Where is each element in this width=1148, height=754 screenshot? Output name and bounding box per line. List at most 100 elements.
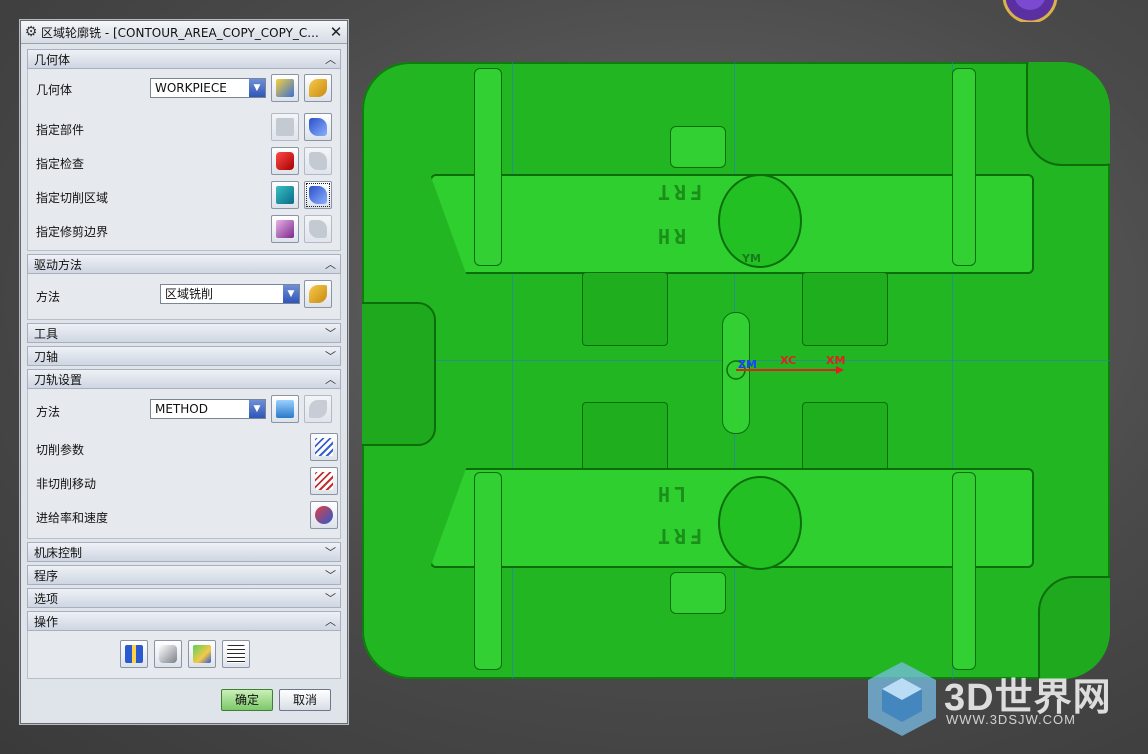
check-body-icon — [276, 152, 294, 170]
rib-post — [474, 472, 502, 670]
chevron-down-icon[interactable]: ﹀ — [325, 590, 336, 606]
section-title: 刀轨设置 — [34, 372, 83, 387]
chevron-down-icon[interactable]: ﹀ — [325, 325, 336, 341]
select-check-button[interactable] — [271, 147, 299, 175]
specify-trim-label: 指定修剪边界 — [36, 225, 109, 239]
dialog-titlebar[interactable]: ⚙ 区域轮廓铣 - [CONTOUR_AREA_COPY_COPY_C... ✕ — [21, 21, 347, 44]
section-title: 程序 — [34, 568, 59, 583]
bottom-tab — [670, 572, 726, 614]
list-button[interactable] — [222, 640, 250, 668]
pocket — [802, 402, 888, 476]
pocket — [582, 402, 668, 476]
section-title: 刀轴 — [34, 349, 59, 364]
chevron-up-icon[interactable]: ︿ — [325, 613, 336, 629]
contour-area-dialog[interactable]: ⚙ 区域轮廓铣 - [CONTOUR_AREA_COPY_COPY_C... ✕… — [20, 20, 348, 724]
show-part-button[interactable] — [304, 113, 332, 141]
chevron-down-icon[interactable]: ﹀ — [325, 567, 336, 583]
axis-xm-label: XM — [826, 354, 846, 367]
non-cut-moves-button[interactable] — [310, 467, 338, 495]
non-cut-moves-label: 非切削移动 — [36, 477, 97, 491]
rib-post — [952, 68, 976, 266]
chevron-up-icon[interactable]: ︿ — [325, 256, 336, 272]
replay-button[interactable] — [154, 640, 182, 668]
select-cut-area-button[interactable] — [271, 181, 299, 209]
show-check-button[interactable] — [304, 147, 332, 175]
axis-zm-label: ZM — [738, 358, 757, 371]
geometry-select[interactable]: WORKPIECE ▼ — [150, 78, 266, 98]
section-title: 操作 — [34, 614, 59, 629]
section-path-header[interactable]: 刀轨设置 ︿ — [27, 369, 341, 389]
engrave-text: FRT — [654, 524, 703, 548]
new-method-icon — [276, 400, 294, 418]
section-axis-header[interactable]: 刀轴 ﹀ — [27, 346, 341, 366]
grid-line — [512, 62, 513, 679]
section-title: 工具 — [34, 326, 59, 341]
close-button[interactable]: ✕ — [327, 23, 345, 41]
chevron-down-icon[interactable]: ▼ — [249, 400, 265, 418]
show-cut-area-button[interactable] — [304, 181, 332, 209]
select-part-button[interactable] — [271, 113, 299, 141]
chevron-down-icon[interactable]: ﹀ — [325, 348, 336, 364]
section-path-body: 方法 METHOD ▼ 切削参数 非切削移动 进给率和速度 — [27, 389, 341, 539]
feeds-speeds-icon — [315, 506, 333, 524]
section-options-header[interactable]: 选项 ﹀ — [27, 588, 341, 608]
trim-boundary-icon — [276, 220, 294, 238]
chevron-up-icon[interactable]: ︿ — [325, 51, 336, 67]
path-method-select[interactable]: METHOD ▼ — [150, 399, 266, 419]
section-drive-body: 方法 区域铣削 ▼ — [27, 274, 341, 320]
feeds-speeds-button[interactable] — [310, 501, 338, 529]
drive-method-select[interactable]: 区域铣削 ▼ — [160, 284, 300, 304]
pocket — [802, 272, 888, 346]
edit-geometry-button[interactable] — [304, 74, 332, 102]
rib-post — [952, 472, 976, 670]
ok-button[interactable]: 确定 — [221, 689, 273, 711]
chevron-down-icon[interactable]: ﹀ — [325, 544, 336, 560]
flashlight-icon — [309, 118, 327, 136]
drive-method-label: 方法 — [36, 290, 61, 304]
axis-xc-label: XC — [780, 354, 797, 367]
chevron-down-icon[interactable]: ▼ — [249, 79, 265, 97]
section-tool-header[interactable]: 工具 ﹀ — [27, 323, 341, 343]
wrench-icon — [309, 285, 327, 303]
edit-method-button[interactable] — [304, 395, 332, 423]
geometry-select-value: WORKPIECE — [155, 81, 227, 95]
feeds-speeds-label: 进给率和速度 — [36, 511, 109, 525]
section-drive-header[interactable]: 驱动方法 ︿ — [27, 254, 341, 274]
chevron-up-icon[interactable]: ︿ — [325, 371, 336, 387]
cut-params-button[interactable] — [310, 433, 338, 461]
select-trim-button[interactable] — [271, 215, 299, 243]
flashlight-icon — [309, 152, 327, 170]
specify-part-label: 指定部件 — [36, 123, 85, 137]
gear-icon[interactable]: ⚙ — [21, 24, 41, 40]
edit-drive-button[interactable] — [304, 280, 332, 308]
part-icon — [276, 118, 294, 136]
cancel-button[interactable]: 取消 — [279, 689, 331, 711]
flashlight-icon — [309, 186, 327, 204]
section-actions-header[interactable]: 操作 ︿ — [27, 611, 341, 631]
section-title: 机床控制 — [34, 545, 83, 560]
chevron-down-icon[interactable]: ▼ — [283, 285, 299, 303]
new-method-button[interactable] — [271, 395, 299, 423]
show-trim-button[interactable] — [304, 215, 332, 243]
section-program-header[interactable]: 程序 ﹀ — [27, 565, 341, 585]
specify-check-label: 指定检查 — [36, 157, 85, 171]
corner-pocket — [1026, 62, 1110, 166]
cube-logo-icon — [868, 662, 936, 736]
section-geometry-body: 几何体 WORKPIECE ▼ 指定部件 指定检查 指定切削区域 指定修剪边界 — [27, 69, 341, 251]
new-geometry-button[interactable] — [271, 74, 299, 102]
dialog-title: 区域轮廓铣 - [CONTOUR_AREA_COPY_COPY_C... — [41, 25, 319, 40]
geometry-label: 几何体 — [36, 83, 73, 97]
section-title: 驱动方法 — [34, 257, 83, 272]
section-machine-header[interactable]: 机床控制 ﹀ — [27, 542, 341, 562]
wrench-icon — [309, 400, 327, 418]
engrave-text: FRT — [654, 180, 703, 204]
rib-post — [474, 68, 502, 266]
cut-params-icon — [315, 438, 333, 456]
section-title: 几何体 — [34, 52, 71, 67]
generate-toolpath-icon — [125, 645, 143, 663]
section-geometry-header[interactable]: 几何体 ︿ — [27, 49, 341, 69]
axis-ym-label: YM — [742, 252, 761, 265]
verify-button[interactable] — [188, 640, 216, 668]
cut-area-icon — [276, 186, 294, 204]
generate-button[interactable] — [120, 640, 148, 668]
